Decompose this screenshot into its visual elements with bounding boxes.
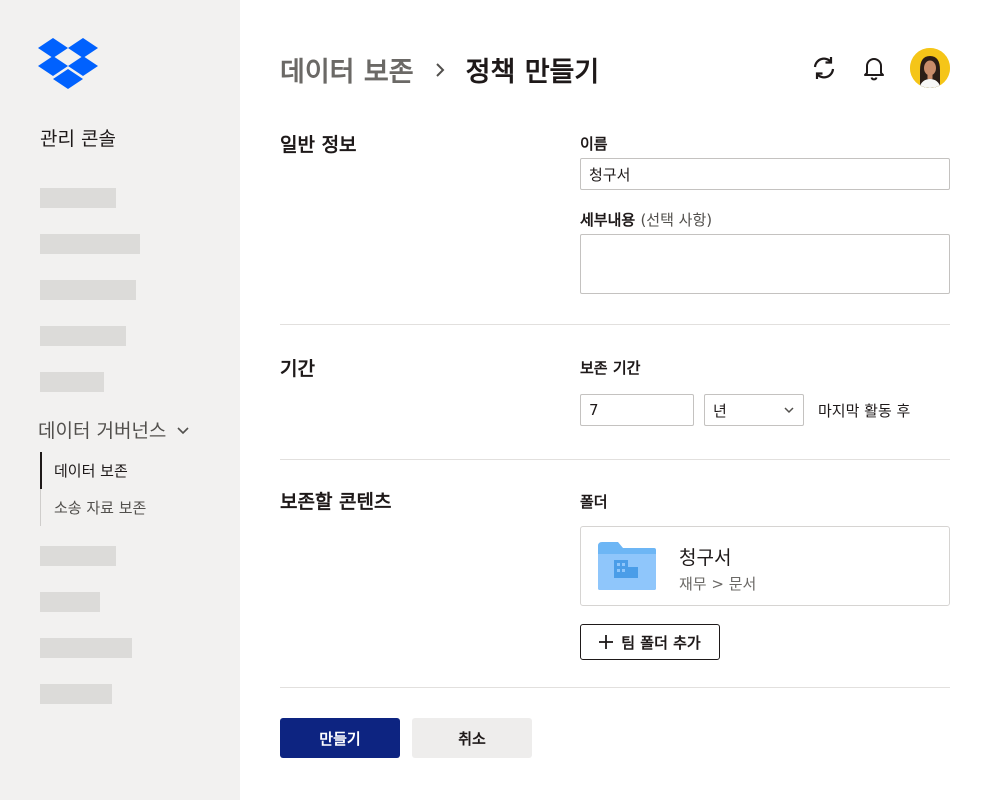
chevron-right-icon [435,62,445,77]
nav-placeholder[interactable] [40,326,126,346]
section-title-general: 일반 정보 [280,134,357,156]
details-label: 세부내용 (선택 사항) [580,209,712,230]
console-title: 관리 콘솔 [40,128,116,150]
section-title-content: 보존할 콘텐츠 [280,491,392,513]
subnav: 데이터 보존 소송 자료 보존 [40,452,230,526]
details-optional-text: (선택 사항) [640,211,713,229]
create-button[interactable]: 만들기 [280,718,400,758]
plus-icon [599,635,614,649]
header-actions [810,48,950,88]
name-label: 이름 [580,135,608,153]
breadcrumb-parent[interactable]: 데이터 보존 [280,50,414,89]
team-folder-icon [598,542,656,590]
details-label-text: 세부내용 [580,211,636,229]
folder-name: 청구서 [679,547,732,569]
nav-placeholder[interactable] [40,638,132,658]
nav-placeholder[interactable] [40,546,116,566]
sidebar: 관리 콘솔 데이터 거버넌스 데이터 보존 소송 자료 보존 [0,0,240,800]
breadcrumb: 데이터 보존 정책 만들기 [280,50,599,89]
name-input[interactable]: 청구서 [580,158,950,190]
cancel-button[interactable]: 취소 [412,718,532,758]
nav-placeholder[interactable] [40,188,116,208]
retention-amount-input[interactable]: 7 [580,394,694,426]
user-avatar-icon [910,48,950,88]
page-title: 정책 만들기 [465,57,600,88]
add-team-folder-label: 팀 폴더 추가 [621,633,701,652]
bell-icon [864,58,884,81]
folder-card[interactable]: 청구서 재무 > 문서 [580,526,950,606]
nav-group-label: 데이터 거버넌스 [38,420,167,442]
subnav-item-data-retention[interactable]: 데이터 보존 [40,452,230,489]
retention-period-label: 보존 기간 [580,359,641,377]
section-title-period: 기간 [280,358,315,380]
nav-placeholder[interactable] [40,684,112,704]
avatar[interactable] [910,48,950,88]
folder-path: 재무 > 문서 [679,575,757,593]
add-team-folder-button[interactable]: 팀 폴더 추가 [580,624,720,660]
subnav-item-legal-hold[interactable]: 소송 자료 보존 [40,489,230,526]
chevron-down-icon [177,426,189,434]
nav-placeholder[interactable] [40,592,100,612]
details-textarea[interactable] [580,234,950,294]
divider [280,459,950,460]
notifications-button[interactable] [860,54,888,82]
sync-icon [813,57,835,79]
retention-unit-value: 년 [713,401,727,420]
dropbox-logo[interactable] [38,38,98,90]
nav-placeholder[interactable] [40,280,136,300]
after-last-activity-text: 마지막 활동 후 [818,402,911,420]
nav-placeholder[interactable] [40,372,104,392]
divider [280,324,950,325]
folder-label: 폴더 [580,493,608,511]
nav-placeholder[interactable] [40,234,140,254]
chevron-down-icon [784,407,794,414]
nav-group-data-governance[interactable]: 데이터 거버넌스 [38,416,190,443]
retention-unit-select[interactable]: 년 [704,394,804,426]
divider [280,687,950,688]
sync-button[interactable] [810,54,838,82]
